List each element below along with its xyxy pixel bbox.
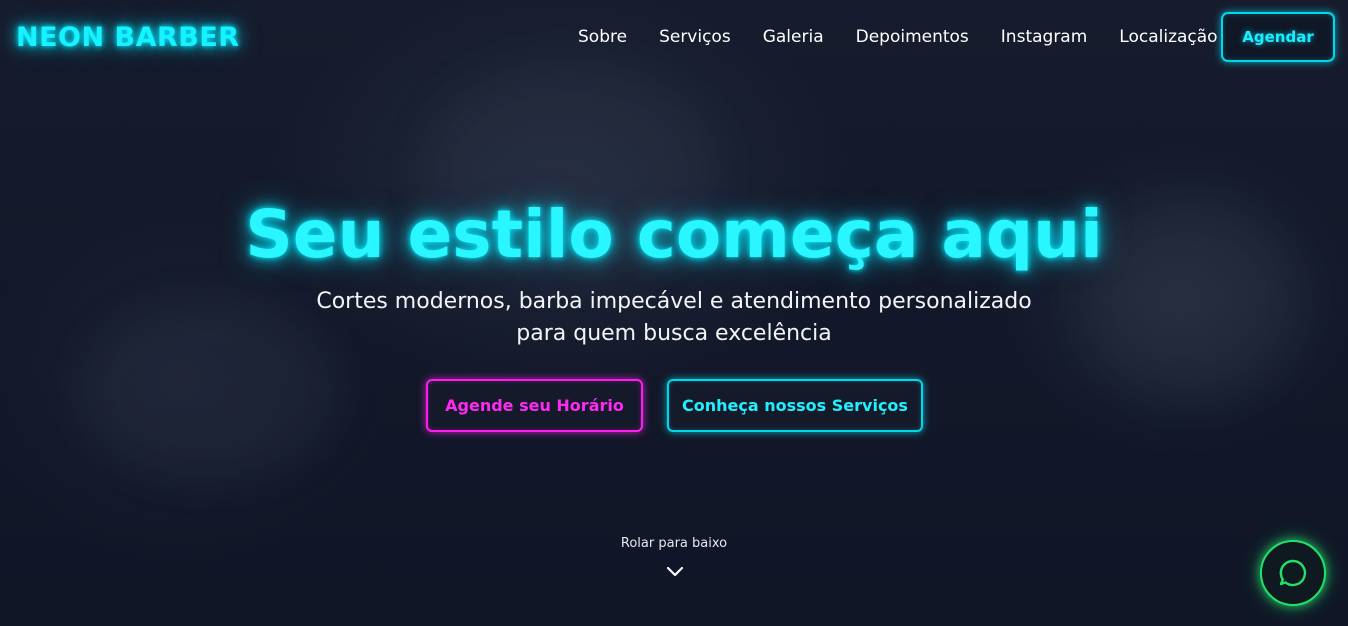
site-header: NEON BARBER Sobre Serviços Galeria Depoi… (0, 0, 1348, 76)
schedule-appointment-button[interactable]: Agende seu Horário (426, 379, 643, 432)
main-nav: Sobre Serviços Galeria Depoimentos Insta… (578, 27, 1218, 47)
nav-item-galeria[interactable]: Galeria (763, 27, 824, 47)
nav-item-depoimentos[interactable]: Depoimentos (856, 27, 969, 47)
header-schedule-button[interactable]: Agendar (1221, 12, 1335, 62)
nav-item-servicos[interactable]: Serviços (659, 27, 731, 47)
hero-subtitle: Cortes modernos, barba impecável e atend… (316, 289, 1032, 346)
whatsapp-chat-button[interactable] (1260, 540, 1326, 606)
whatsapp-icon (1279, 559, 1307, 587)
nav-item-instagram[interactable]: Instagram (1001, 27, 1088, 47)
view-services-button[interactable]: Conheça nossos Serviços (667, 379, 923, 432)
nav-item-localizacao[interactable]: Localização (1119, 27, 1217, 47)
hero-title: Seu estilo começa aqui (245, 196, 1103, 273)
brand-logo[interactable]: NEON BARBER (16, 22, 240, 53)
chevron-down-icon[interactable] (665, 565, 685, 579)
scroll-down-label[interactable]: Rolar para baixo (0, 536, 1348, 551)
nav-item-sobre[interactable]: Sobre (578, 27, 627, 47)
